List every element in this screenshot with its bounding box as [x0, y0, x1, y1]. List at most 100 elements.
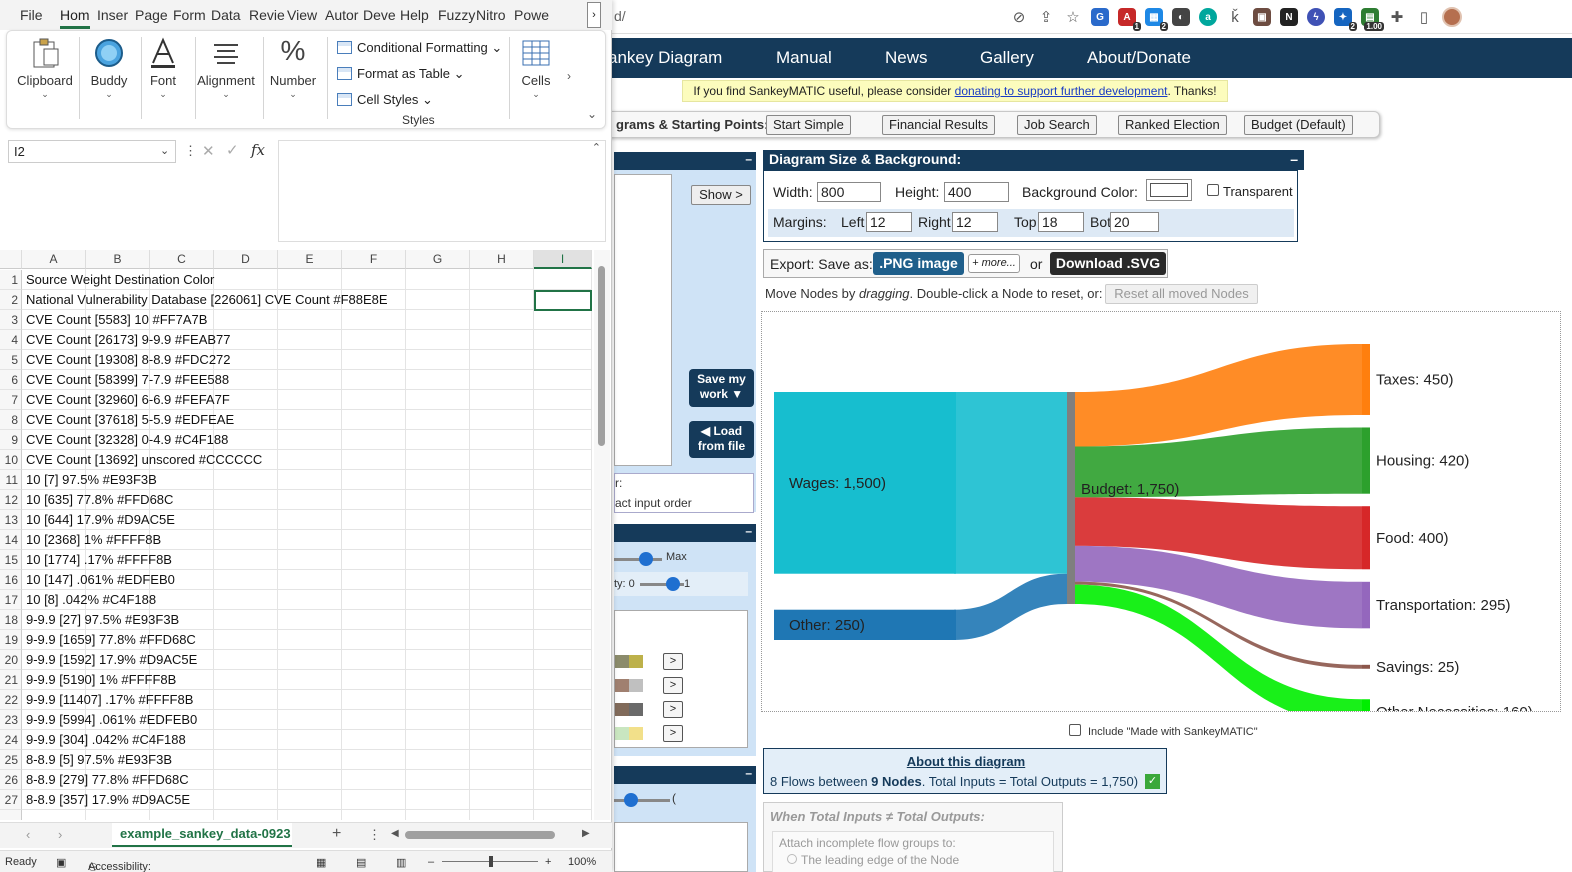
menu-fuzzy[interactable]: Fuzzy	[438, 7, 475, 23]
background-color-picker[interactable]	[1146, 179, 1192, 201]
cell-a1[interactable]: Source Weight Destination Color	[26, 270, 214, 290]
output-node-1[interactable]	[1362, 427, 1370, 494]
bottom-margin-input[interactable]: 20	[1110, 212, 1159, 232]
row-header[interactable]: 1	[0, 270, 22, 290]
menu-scroll-right-icon[interactable]: ›	[587, 2, 601, 28]
share-icon[interactable]: ⇪	[1037, 8, 1055, 26]
name-box[interactable]: I2	[8, 140, 176, 163]
nav-about-donate[interactable]: About/Donate	[1087, 48, 1191, 68]
output-node-0[interactable]	[1362, 344, 1370, 415]
cell-a16[interactable]: 10 [147] .061% #EDFEB0	[26, 570, 175, 590]
slider-knob[interactable]	[639, 552, 653, 566]
cell-a18[interactable]: 9-9.9 [27] 97.5% #E93F3B	[26, 610, 179, 630]
column-header-i[interactable]: I	[534, 250, 592, 269]
ribbon-next-icon[interactable]: ›	[567, 69, 571, 83]
sankey-diagram[interactable]: Wages: 1,500) Other: 250) Taxes: 450) Housi…	[762, 312, 1560, 725]
conditional-formatting-button[interactable]: Conditional Formatting ⌄	[337, 40, 502, 56]
menu-data[interactable]: Data	[211, 7, 241, 23]
cell-a8[interactable]: CVE Count [37618] 5-5.9 #EDFEAE	[26, 410, 234, 430]
extension-8-icon[interactable]: ✦ 2	[1334, 8, 1357, 31]
collapse-icon[interactable]: –	[1290, 150, 1298, 169]
menu-power[interactable]: Powe	[514, 7, 549, 23]
row-header[interactable]: 17	[0, 590, 22, 610]
column-header-a[interactable]: A	[22, 250, 86, 269]
select-all-corner[interactable]	[0, 250, 22, 269]
column-header-f[interactable]: F	[342, 250, 406, 269]
formula-bar[interactable]: ⌃	[278, 140, 606, 242]
vertical-scrollbar[interactable]	[594, 250, 610, 820]
row-header[interactable]: 18	[0, 610, 22, 630]
clipboard-group[interactable]: Clipboard ⌄	[15, 35, 75, 103]
output-node-2[interactable]	[1362, 506, 1370, 570]
collapse-icon[interactable]: –	[745, 524, 752, 538]
cell-a7[interactable]: CVE Count [32960] 6-6.9 #FEFA7F	[26, 390, 230, 410]
macro-icon[interactable]: ▣	[56, 856, 66, 869]
center-node[interactable]	[1067, 392, 1075, 604]
download-svg-button[interactable]: Download .SVG	[1050, 252, 1166, 275]
collapse-icon[interactable]: –	[745, 766, 752, 780]
row-header[interactable]: 15	[0, 550, 22, 570]
cell-a15[interactable]: 10 [1774] .17% #FFFF8B	[26, 550, 172, 570]
row-header[interactable]: 4	[0, 330, 22, 350]
horizontal-scroll-thumb[interactable]	[405, 831, 555, 839]
cell-a11[interactable]: 10 [7] 97.5% #E93F3B	[26, 470, 157, 490]
menu-automate[interactable]: Autor	[325, 7, 358, 23]
address-bar[interactable]: d/ ⊘ ⇪ ☆ G A1 ▦ 2 ◐ a ǩ ▣ N ϟ ✦ 2 ▤ 1.00 ✚ …	[600, 0, 1572, 34]
export-more-button[interactable]: + more...	[968, 254, 1020, 273]
enter-icon[interactable]: ✓	[226, 141, 239, 159]
row-header[interactable]: 19	[0, 630, 22, 650]
nav-manual[interactable]: Manual	[776, 48, 832, 68]
alignment-group[interactable]: Alignment ⌄	[195, 35, 257, 103]
sheet-options-icon[interactable]: ⋮	[368, 827, 381, 843]
sidebar-icon[interactable]: ▯	[1415, 8, 1433, 26]
right-margin-input[interactable]: 12	[952, 212, 998, 232]
address-text[interactable]: d/	[614, 8, 626, 24]
zoom-out-icon[interactable]: –	[428, 856, 434, 868]
menu-developer[interactable]: Deve	[363, 7, 396, 23]
tab-next-icon[interactable]: ›	[58, 827, 62, 842]
cell-a13[interactable]: 10 [644] 17.9% #D9AC5E	[26, 510, 175, 530]
column-header-c[interactable]: C	[150, 250, 214, 269]
menu-page-layout[interactable]: Page	[135, 7, 168, 23]
made-with-checkbox[interactable]	[1069, 724, 1081, 736]
about-diagram-link[interactable]: About this diagram	[764, 754, 1168, 769]
width-input[interactable]: 800	[817, 182, 881, 202]
theme-4-button[interactable]: >	[663, 725, 683, 742]
label-slider-knob[interactable]	[624, 793, 638, 807]
cell-a24[interactable]: 9-9.9 [304] .042% #C4F188	[26, 730, 186, 750]
menu-home[interactable]: Hom	[60, 7, 90, 29]
format-as-table-button[interactable]: Format as Table ⌄	[337, 66, 464, 82]
extension-4-icon[interactable]: a	[1199, 8, 1217, 26]
row-header[interactable]: 24	[0, 730, 22, 750]
menu-insert[interactable]: Inser	[97, 7, 128, 23]
spreadsheet-grid[interactable]: A B C D E F G H I 1 Source Weight Destination Colo…	[0, 250, 612, 820]
scroll-thumb[interactable]	[598, 266, 605, 446]
collapse-icon[interactable]: –	[745, 152, 752, 166]
row-header[interactable]: 3	[0, 310, 22, 330]
cell-a12[interactable]: 10 [635] 77.8% #FFD68C	[26, 490, 173, 510]
cell-a26[interactable]: 8-8.9 [279] 77.8% #FFD68C	[26, 770, 189, 790]
notion-icon[interactable]: N	[1280, 8, 1298, 26]
sheet-tab[interactable]: example_sankey_data-0923	[112, 823, 292, 847]
row-header[interactable]: 12	[0, 490, 22, 510]
extension-5-icon[interactable]: ǩ	[1226, 8, 1244, 26]
add-sheet-icon[interactable]: +	[332, 825, 341, 843]
cell-a25[interactable]: 8-8.9 [5] 97.5% #E93F3B	[26, 750, 172, 770]
reset-moved-nodes-button[interactable]: Reset all moved Nodes	[1105, 284, 1258, 304]
selected-cell-i2[interactable]	[534, 290, 592, 311]
left-margin-input[interactable]: 12	[866, 212, 912, 232]
opacity-knob[interactable]	[666, 577, 680, 591]
scroll-right-icon[interactable]: ▶	[582, 828, 590, 839]
row-header[interactable]: 26	[0, 770, 22, 790]
column-header-e[interactable]: E	[278, 250, 342, 269]
ribbon-collapse-icon[interactable]: ⌄	[587, 107, 597, 121]
sample-budget-default-button[interactable]: Budget (Default)	[1244, 115, 1353, 135]
row-header[interactable]: 14	[0, 530, 22, 550]
menu-review[interactable]: Revie	[249, 7, 285, 23]
cell-a21[interactable]: 9-9.9 [5190] 1% #FFFF8B	[26, 670, 176, 690]
bookmark-star-icon[interactable]: ☆	[1064, 8, 1082, 26]
theme-2-button[interactable]: >	[663, 677, 683, 694]
extension-6-icon[interactable]: ▣	[1253, 8, 1271, 26]
font-group[interactable]: Font ⌄	[133, 35, 193, 103]
sample-financial-results-button[interactable]: Financial Results	[882, 115, 995, 135]
